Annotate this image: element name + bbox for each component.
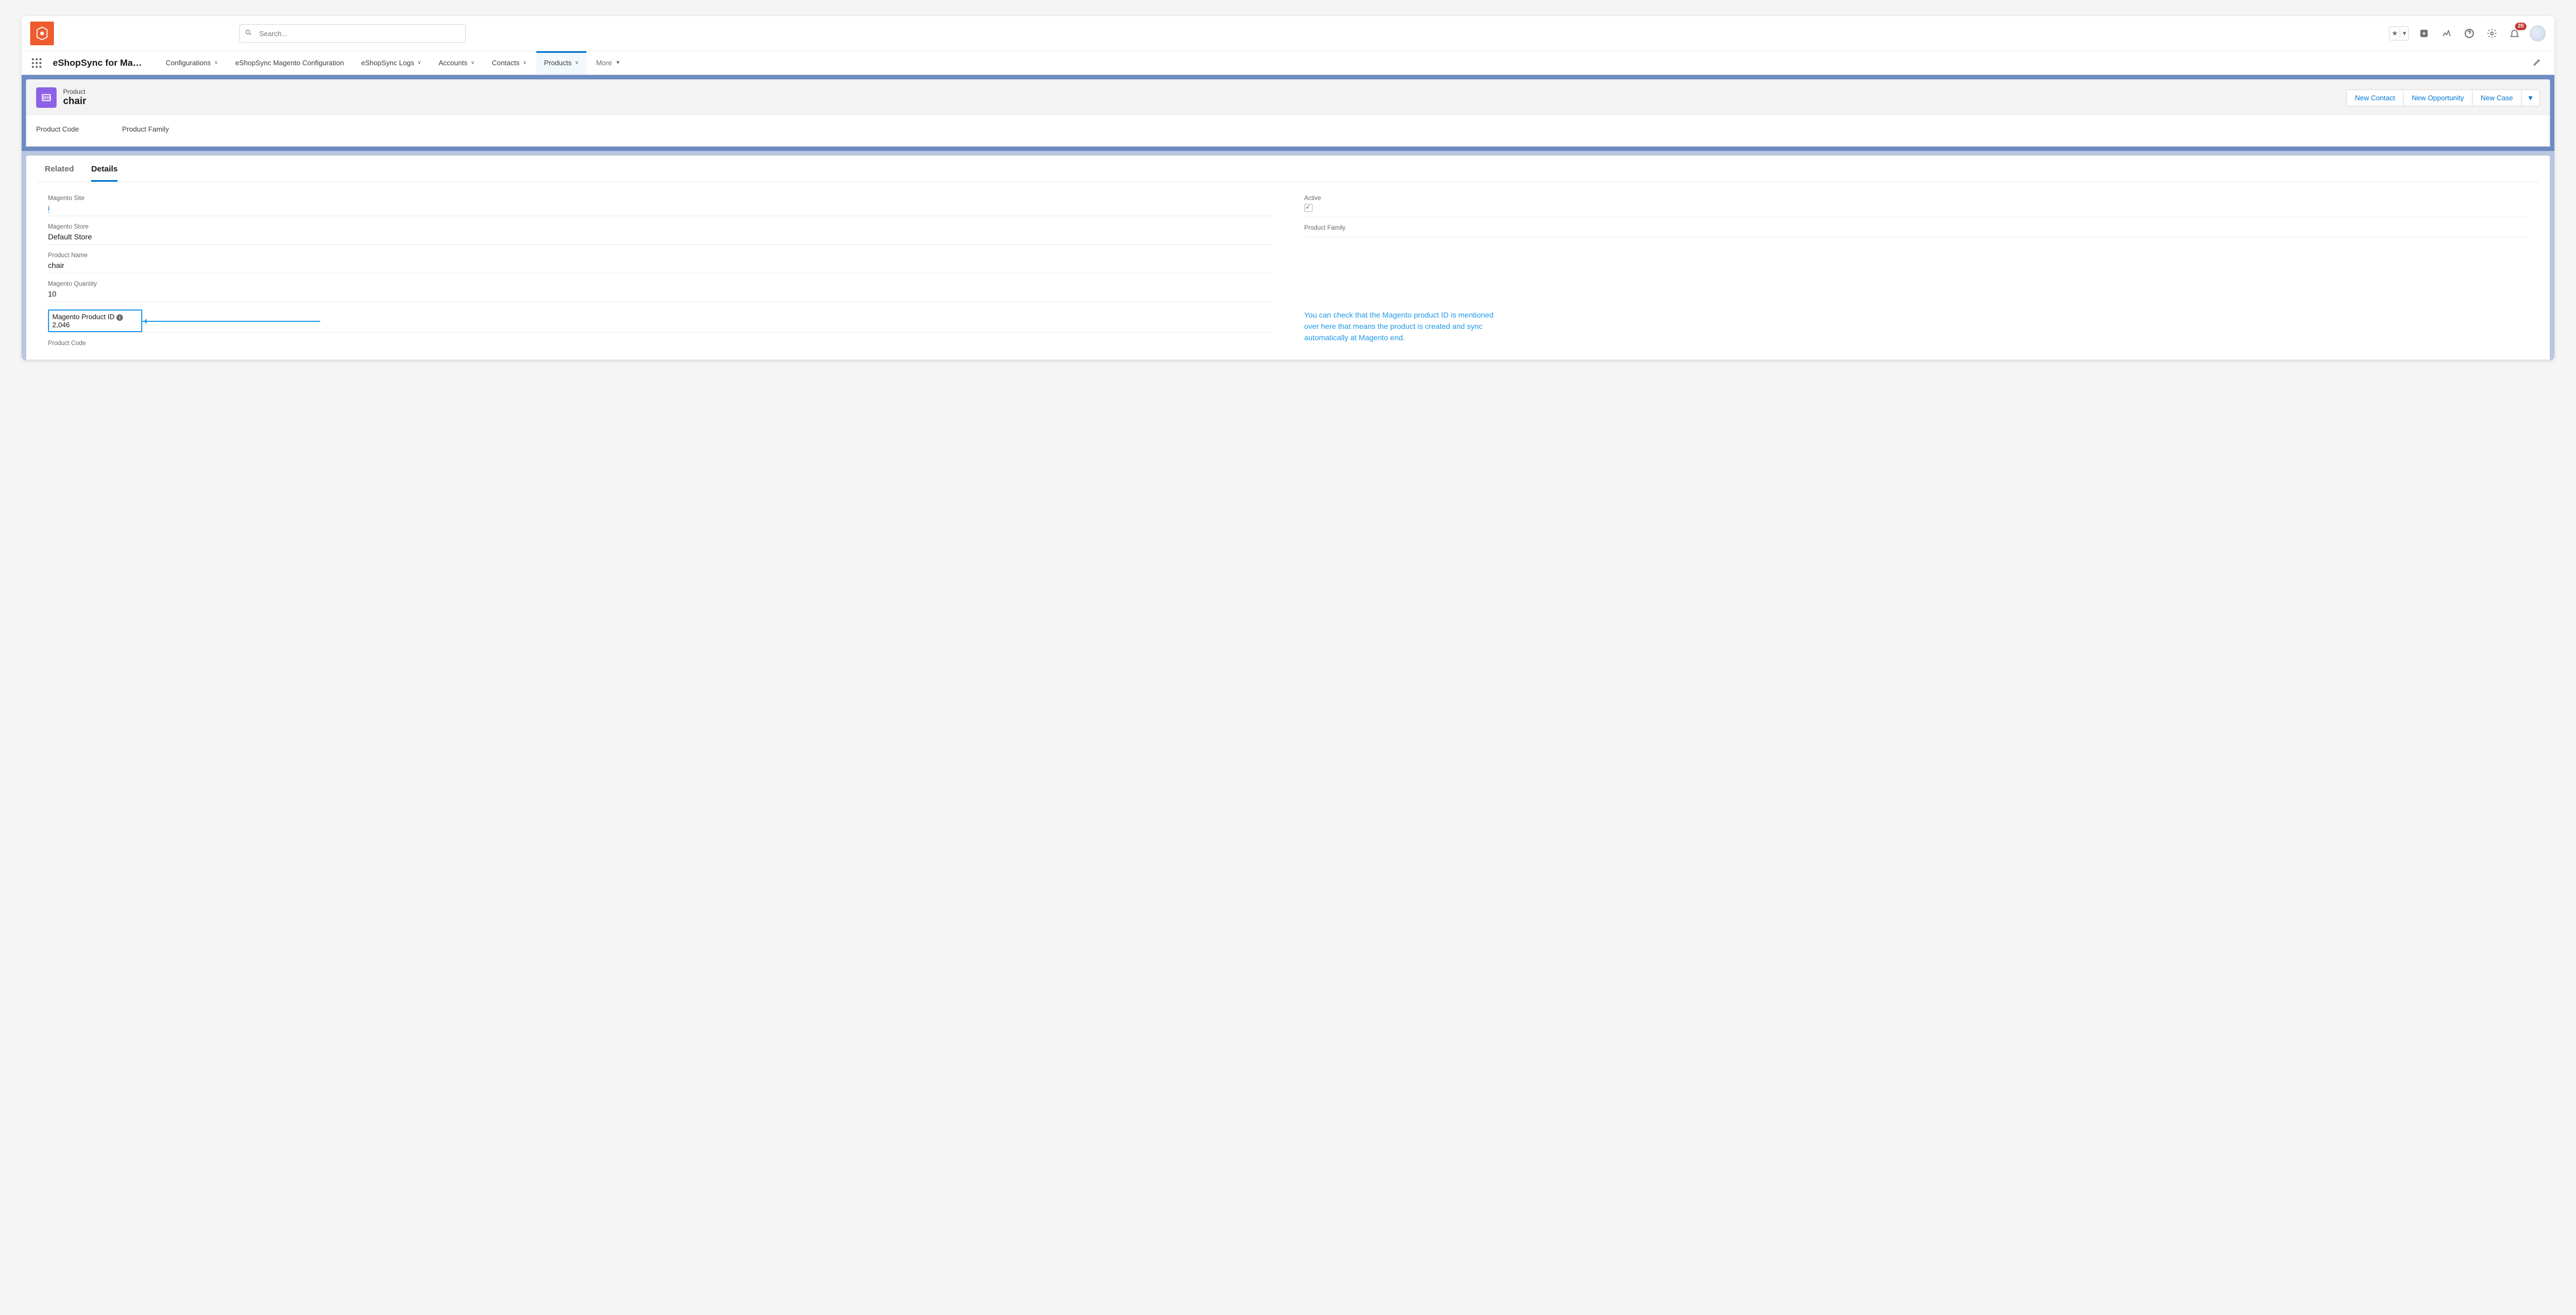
field-magento-site: Magento Site i: [48, 195, 1272, 216]
search-icon: [245, 29, 252, 38]
record-band: Product chair New Contact New Opportunit…: [22, 75, 2554, 151]
record-header: Product chair New Contact New Opportunit…: [26, 79, 2550, 147]
details-left-column: Magento Site i Magento Store Default Sto…: [48, 195, 1272, 360]
nav-accounts[interactable]: Accounts∨: [431, 51, 482, 74]
nav-tabs: Configurations∨ eShopSync Magento Config…: [158, 51, 628, 74]
label-product-family: Product Family: [1304, 225, 2529, 231]
new-opportunity-button[interactable]: New Opportunity: [2404, 89, 2473, 106]
setup-button[interactable]: [2484, 26, 2499, 41]
app-frame: ★▾ 20 eShopSync for Ma… Configurati: [22, 16, 2554, 360]
info-icon[interactable]: i: [116, 314, 123, 321]
label-magento-site: Magento Site: [48, 195, 1272, 202]
details-panel: Magento Site i Magento Store Default Sto…: [37, 195, 2539, 360]
field-magento-product-id: Magento Product ID i 2,046: [48, 309, 142, 332]
app-nav: eShopSync for Ma… Configurations∨ eShopS…: [22, 51, 2554, 75]
field-active: Active: [1304, 195, 2529, 217]
field-magento-store: Magento Store Default Store: [48, 224, 1272, 245]
app-launcher-icon[interactable]: [30, 57, 43, 70]
nav-contacts[interactable]: Contacts∨: [485, 51, 535, 74]
app-logo: [30, 22, 54, 45]
annotation-arrow: [142, 321, 320, 322]
nav-configurations[interactable]: Configurations∨: [158, 51, 225, 74]
more-actions-button[interactable]: ▼: [2522, 89, 2540, 106]
global-header: ★▾ 20: [22, 16, 2554, 51]
details-card: Related Details Magento Site i Magento S…: [26, 155, 2550, 360]
favorites-button[interactable]: ★▾: [2389, 26, 2409, 40]
value-magento-site[interactable]: i: [48, 204, 50, 213]
field-magento-product-id-row: Magento Product ID i 2,046: [48, 309, 1272, 333]
record-tabs: Related Details: [37, 164, 2539, 182]
details-right-column: Active Product Family You can check that…: [1304, 195, 2529, 360]
value-magento-store: Default Store: [48, 232, 1272, 241]
help-button[interactable]: [2462, 26, 2477, 41]
nav-products[interactable]: Products∨: [536, 51, 586, 74]
chevron-down-icon: ▼: [615, 60, 620, 66]
new-case-button[interactable]: New Case: [2473, 89, 2522, 106]
field-product-name: Product Name chair: [48, 252, 1272, 273]
product-icon: [36, 87, 57, 108]
label-magento-quantity: Magento Quantity: [48, 281, 1272, 287]
chevron-down-icon: ∨: [523, 60, 527, 66]
notification-count: 20: [2515, 23, 2526, 30]
sync-icon[interactable]: [2439, 26, 2454, 41]
global-actions: ★▾ 20: [2389, 25, 2546, 42]
label-magento-store: Magento Store: [48, 224, 1272, 230]
tab-details[interactable]: Details: [91, 164, 118, 182]
notifications-button[interactable]: 20: [2507, 26, 2522, 41]
record-actions: New Contact New Opportunity New Case ▼: [2346, 89, 2540, 106]
record-title: chair: [63, 95, 86, 107]
add-button[interactable]: [2416, 26, 2432, 41]
edit-nav-icon[interactable]: [2529, 53, 2546, 72]
value-magento-quantity: 10: [48, 290, 1272, 298]
chevron-down-icon: ∨: [471, 60, 474, 66]
chevron-down-icon: ∨: [214, 60, 218, 66]
search-input[interactable]: [239, 24, 466, 43]
label-magento-product-id: Magento Product ID i: [52, 313, 123, 321]
chevron-down-icon: ∨: [417, 60, 421, 66]
checkbox-active: [1304, 204, 1313, 212]
global-search[interactable]: [239, 24, 466, 43]
user-avatar[interactable]: [2530, 25, 2546, 42]
record-highlight-fields: Product Code Product Family: [26, 115, 2550, 146]
annotation-text: You can check that the Magento product I…: [1304, 309, 1498, 343]
nav-eshopsync-logs[interactable]: eShopSync Logs∨: [354, 51, 429, 74]
content-band: Related Details Magento Site i Magento S…: [22, 151, 2554, 360]
chevron-down-icon: ∨: [575, 60, 579, 66]
field-product-code: Product Code: [48, 340, 1272, 352]
field-product-family: Product Family: [1304, 225, 2529, 237]
new-contact-button[interactable]: New Contact: [2346, 89, 2404, 106]
highlight-product-family: Product Family: [122, 125, 169, 133]
nav-magento-configuration[interactable]: eShopSync Magento Configuration: [227, 51, 351, 74]
field-magento-quantity: Magento Quantity 10: [48, 281, 1272, 302]
value-magento-product-id: 2,046: [52, 321, 138, 329]
nav-more[interactable]: More▼: [589, 51, 629, 74]
label-active: Active: [1304, 195, 2529, 202]
object-label: Product: [63, 88, 86, 95]
label-product-code: Product Code: [48, 340, 1272, 347]
app-name: eShopSync for Ma…: [53, 58, 142, 68]
highlight-product-code: Product Code: [36, 125, 79, 133]
tab-related[interactable]: Related: [45, 164, 74, 182]
value-product-name: chair: [48, 261, 1272, 270]
label-product-name: Product Name: [48, 252, 1272, 259]
